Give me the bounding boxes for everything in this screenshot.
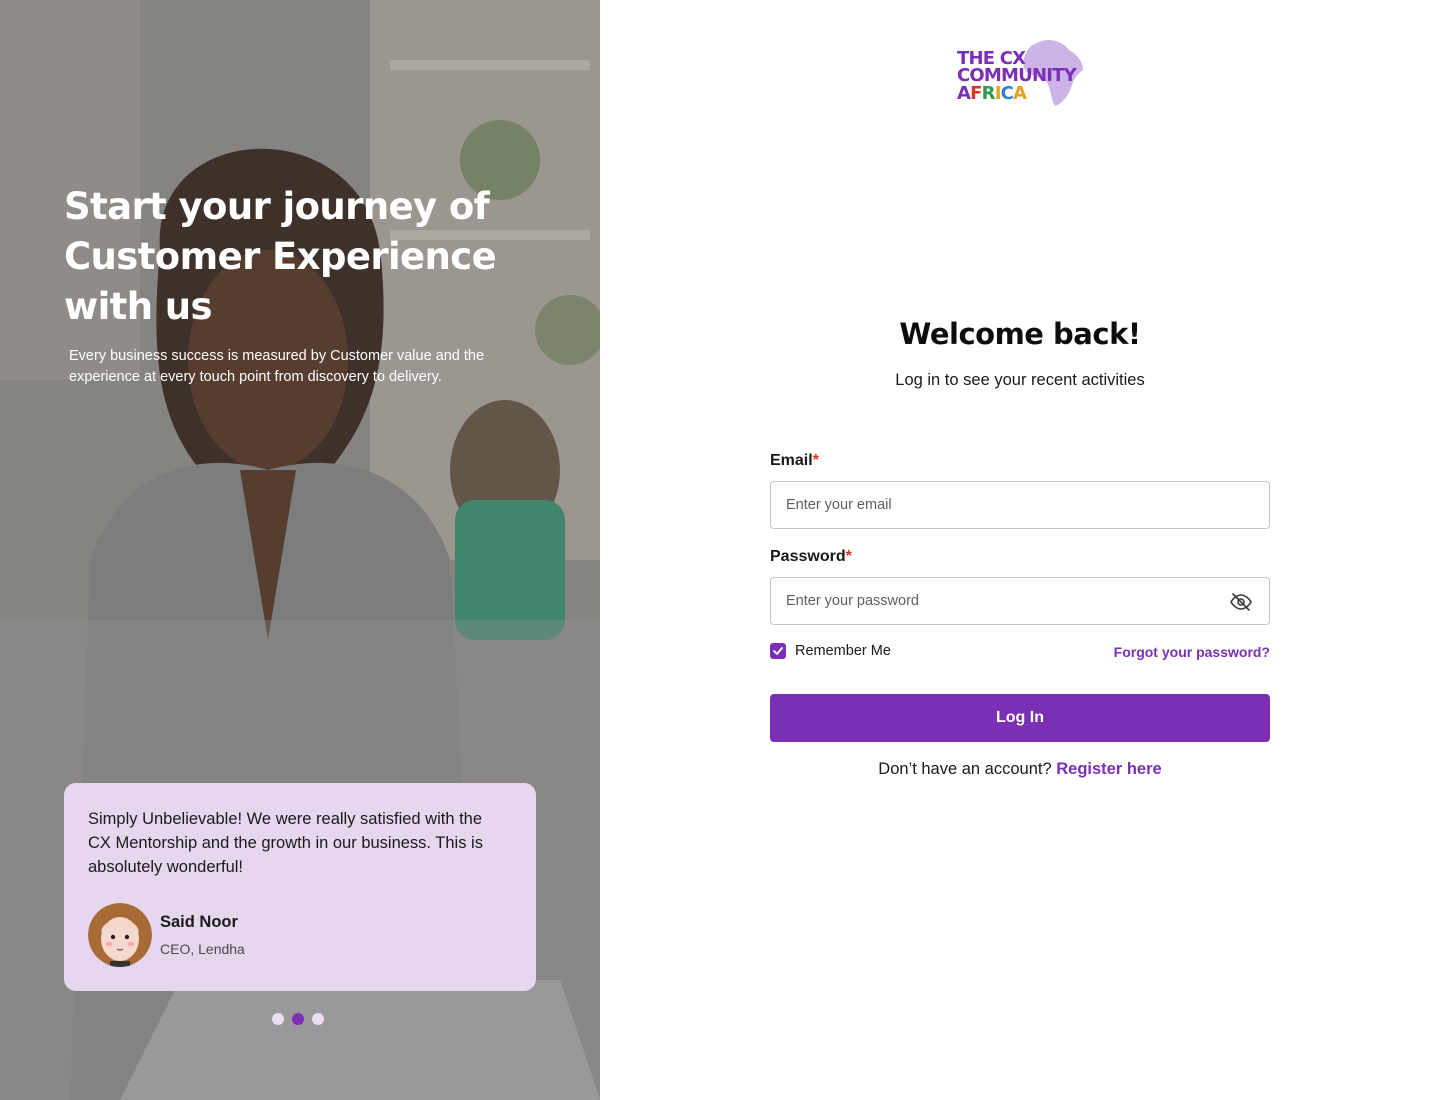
logo: THE CX COMMUNITY AFRICA: [955, 38, 1085, 108]
eye-off-icon[interactable]: [1229, 590, 1253, 614]
carousel-dot-1[interactable]: [272, 1013, 284, 1025]
carousel-dot-3[interactable]: [312, 1013, 324, 1025]
avatar: [88, 903, 152, 967]
logo-line-3: AFRICA: [957, 83, 1027, 104]
page-subtitle: Log in to see your recent activities: [895, 371, 1145, 389]
remember-me: Remember Me: [770, 643, 891, 659]
carousel-indicators: [272, 1013, 324, 1025]
password-label: Password*: [770, 548, 852, 565]
email-field-wrapper: [770, 481, 1270, 529]
password-field[interactable]: [786, 578, 1216, 624]
hero-title: Start your journey of Customer Experienc…: [64, 185, 497, 328]
register-link[interactable]: Register here: [1056, 760, 1161, 778]
carousel-dot-2[interactable]: [292, 1013, 304, 1025]
testimonial-author-name: Said Noor: [160, 913, 238, 931]
testimonial-quote: Simply Unbelievable! We were really sati…: [88, 810, 483, 876]
hero-panel: Start your journey of Customer Experienc…: [0, 0, 600, 1100]
email-label: Email*: [770, 452, 819, 469]
password-field-wrapper: [770, 577, 1270, 625]
hero-subtitle: Every business success is measured by Cu…: [69, 348, 485, 385]
page-title: Welcome back!: [899, 317, 1141, 351]
remember-me-checkbox[interactable]: [770, 643, 786, 659]
testimonial-author-role: CEO, Lendha: [160, 941, 245, 957]
testimonial-card: Simply Unbelievable! We were really sati…: [64, 783, 536, 991]
email-field[interactable]: [786, 482, 1216, 528]
login-button[interactable]: Log In: [770, 694, 1270, 742]
remember-me-label: Remember Me: [795, 643, 891, 659]
forgot-password-link[interactable]: Forgot your password?: [1114, 644, 1270, 660]
register-prompt: Don’t have an account? Register here: [878, 760, 1162, 778]
checkmark-icon: [773, 647, 783, 655]
